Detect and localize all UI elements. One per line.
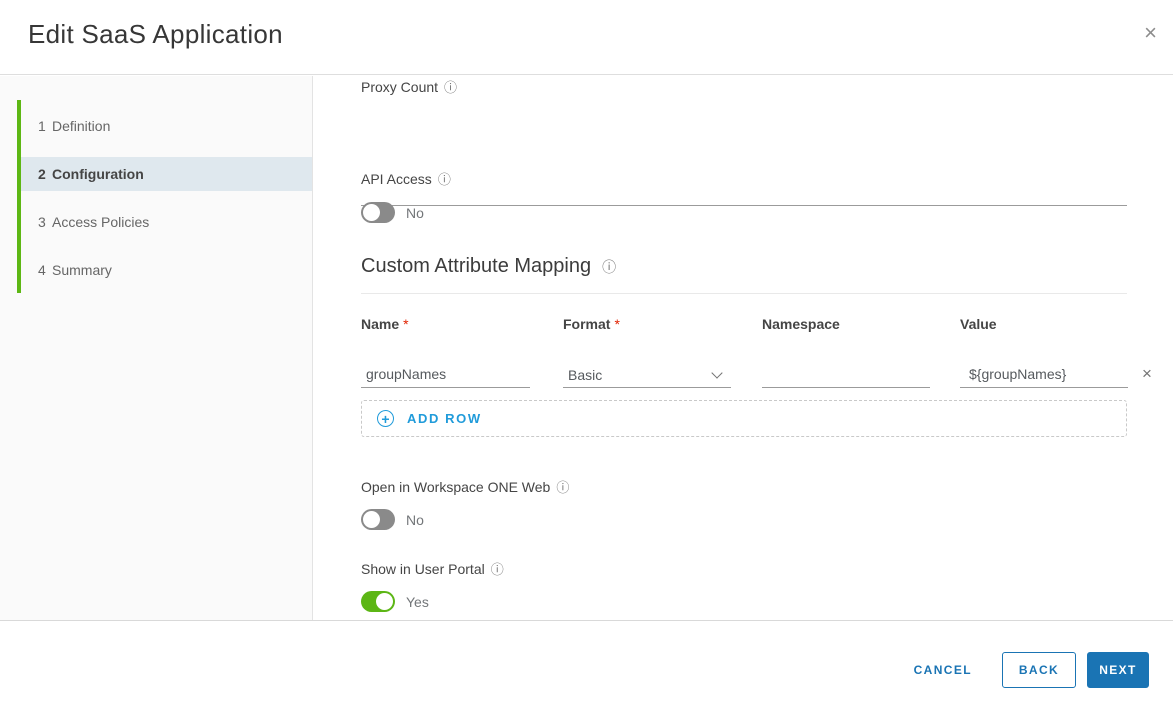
plus-circle-icon: + xyxy=(377,410,394,427)
next-button[interactable]: NEXT xyxy=(1087,652,1149,688)
step-list: 1 Definition 2 Configuration 3 Access Po… xyxy=(21,109,312,301)
add-row-label: ADD ROW xyxy=(407,411,482,426)
attribute-format-select[interactable]: Basic xyxy=(563,362,731,388)
toggle-knob xyxy=(363,204,380,221)
remove-row-icon[interactable]: × xyxy=(1142,364,1152,384)
close-icon[interactable]: × xyxy=(1144,22,1157,44)
info-icon[interactable]: ⓘ xyxy=(438,169,451,188)
info-icon[interactable]: ⓘ xyxy=(556,477,569,496)
proxy-count-input[interactable] xyxy=(361,180,1127,206)
custom-attribute-mapping-heading: Custom Attribute Mapping ⓘ xyxy=(361,255,616,278)
show-in-portal-toggle-row: Yes xyxy=(361,591,429,612)
add-row-button[interactable]: + ADD ROW xyxy=(361,400,1127,437)
step-summary[interactable]: 4 Summary xyxy=(21,253,312,287)
configuration-form: Proxy Count ⓘ API Access ⓘ No Custom Att… xyxy=(314,76,1173,620)
step-number: 1 xyxy=(38,118,52,134)
step-configuration[interactable]: 2 Configuration xyxy=(21,157,312,191)
selected-format: Basic xyxy=(568,367,602,383)
wizard-step-sidebar: 1 Definition 2 Configuration 3 Access Po… xyxy=(0,76,313,620)
step-label: Configuration xyxy=(52,166,144,182)
column-header-namespace: Namespace xyxy=(762,316,840,332)
open-in-web-toggle-row: No xyxy=(361,509,424,530)
step-number: 3 xyxy=(38,214,52,230)
modal-header: Edit SaaS Application × xyxy=(0,0,1173,75)
step-number: 4 xyxy=(38,262,52,278)
show-in-user-portal-label: Show in User Portal ⓘ xyxy=(361,559,504,578)
back-button[interactable]: BACK xyxy=(1002,652,1076,688)
toggle-knob xyxy=(376,593,393,610)
cancel-button[interactable]: CANCEL xyxy=(910,652,976,688)
step-access-policies[interactable]: 3 Access Policies xyxy=(21,205,312,239)
step-definition[interactable]: 1 Definition xyxy=(21,109,312,143)
toggle-knob xyxy=(363,511,380,528)
edit-saas-application-modal: Edit SaaS Application × 1 Definition 2 C… xyxy=(0,0,1173,706)
required-marker: * xyxy=(614,316,619,332)
info-icon[interactable]: ⓘ xyxy=(444,77,457,96)
step-number: 2 xyxy=(38,166,52,182)
api-access-state: No xyxy=(406,205,424,221)
column-header-format: Format* xyxy=(563,316,620,332)
proxy-count-label: Proxy Count ⓘ xyxy=(361,77,457,96)
api-access-toggle[interactable] xyxy=(361,202,395,223)
required-marker: * xyxy=(403,316,408,332)
section-divider xyxy=(361,293,1127,294)
attribute-namespace-input[interactable] xyxy=(762,362,930,388)
attribute-name-input[interactable] xyxy=(361,362,530,388)
show-in-portal-state: Yes xyxy=(406,594,429,610)
column-header-value: Value xyxy=(960,316,997,332)
open-in-web-state: No xyxy=(406,512,424,528)
open-in-workspace-one-web-label: Open in Workspace ONE Web ⓘ xyxy=(361,477,569,496)
info-icon[interactable]: ⓘ xyxy=(602,257,616,277)
step-label: Access Policies xyxy=(52,214,149,230)
info-icon[interactable]: ⓘ xyxy=(491,559,504,578)
step-label: Definition xyxy=(52,118,110,134)
column-header-name: Name* xyxy=(361,316,409,332)
open-in-web-toggle[interactable] xyxy=(361,509,395,530)
modal-title: Edit SaaS Application xyxy=(28,19,283,50)
api-access-label: API Access ⓘ xyxy=(361,169,451,188)
step-label: Summary xyxy=(52,262,112,278)
show-in-portal-toggle[interactable] xyxy=(361,591,395,612)
api-access-toggle-row: No xyxy=(361,202,424,223)
attribute-value-input[interactable] xyxy=(960,362,1128,388)
chevron-down-icon xyxy=(711,367,722,378)
modal-footer: CANCEL BACK NEXT xyxy=(0,620,1173,706)
